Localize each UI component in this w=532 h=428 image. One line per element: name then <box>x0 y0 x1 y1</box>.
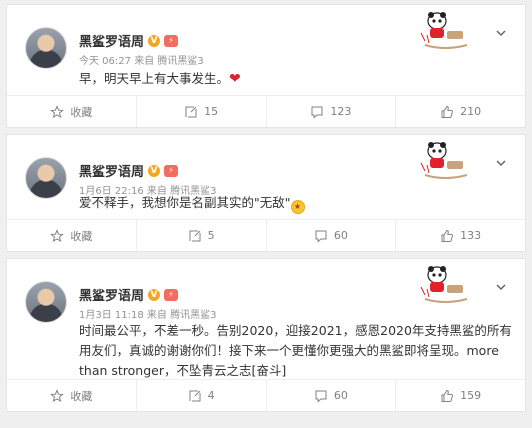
post-text-body: 早，明天早上有大事发生。 <box>79 71 230 86</box>
comment-button[interactable]: 123 <box>267 96 397 127</box>
favorite-button[interactable]: 收藏 <box>7 220 137 251</box>
repost-button[interactable]: 5 <box>137 220 267 251</box>
from-label: 来自 <box>134 56 155 67</box>
repost-button[interactable]: 4 <box>137 380 267 411</box>
heart-emoji: ❤ <box>229 71 241 87</box>
repost-button[interactable]: 15 <box>137 96 267 127</box>
post-text-body: 时间最公平，不差一秒。告别2020，迎接2021，感恩2020年支持黑鲨的所有用… <box>79 323 512 378</box>
post-time[interactable]: 1月3日 11:18 <box>79 310 144 321</box>
star-icon <box>50 388 65 402</box>
verified-v-icon: V <box>148 164 161 177</box>
weibo-feed: 黑鲨罗语周 V ⚡ 今天 06:27 来自 腾讯黑鲨3 早，明天早上有大事发生。… <box>0 0 532 428</box>
author-name[interactable]: 黑鲨罗语周 <box>79 31 144 50</box>
favorite-label: 收藏 <box>70 229 93 243</box>
repost-icon <box>185 106 197 117</box>
post-source[interactable]: 腾讯黑鲨3 <box>170 310 216 321</box>
starstruck-emoji-icon: ★ <box>290 200 305 214</box>
chevron-down-icon[interactable] <box>495 157 507 169</box>
repost-icon <box>189 230 201 241</box>
post-text: 爱不释手，我想你是名副其实的"无敌" ★ <box>79 193 517 214</box>
comment-button[interactable]: 60 <box>267 380 397 411</box>
repost-count: 5 <box>207 229 215 242</box>
comment-button[interactable]: 60 <box>267 220 397 251</box>
star-icon <box>50 228 65 242</box>
comment-count: 60 <box>333 229 348 242</box>
panda-rocking-horse-decoration <box>420 266 468 303</box>
post-time[interactable]: 今天 06:27 <box>79 56 131 67</box>
repost-count: 15 <box>204 105 219 118</box>
thumbs-up-icon <box>441 229 454 242</box>
comment-icon <box>315 390 327 403</box>
post-text: 时间最公平，不差一秒。告别2020，迎接2021，感恩2020年支持黑鲨的所有用… <box>79 321 517 381</box>
post-card: 黑鲨罗语周 V ⚡ 1月6日 22:16 来自 腾讯黑鲨3 爱不释手，我想你是名… <box>6 134 526 252</box>
panda-rocking-horse-decoration <box>420 12 468 49</box>
action-bar: 收藏 4 60 159 <box>7 379 525 411</box>
verified-v-icon: V <box>148 288 161 301</box>
favorite-button[interactable]: 收藏 <box>7 96 137 127</box>
comment-count: 123 <box>330 105 352 118</box>
author-row: 黑鲨罗语周 V ⚡ <box>79 285 179 304</box>
post-meta: 1月3日 11:18 来自 腾讯黑鲨3 <box>79 306 216 321</box>
action-bar: 收藏 5 60 133 <box>7 219 525 251</box>
chevron-down-icon[interactable] <box>495 27 507 39</box>
avatar[interactable] <box>25 27 67 69</box>
post-meta: 今天 06:27 来自 腾讯黑鲨3 <box>79 52 204 67</box>
thumbs-up-icon <box>441 389 454 402</box>
verified-v-icon: V <box>148 34 161 47</box>
action-bar: 收藏 15 123 210 <box>7 95 525 127</box>
chevron-down-icon[interactable] <box>495 281 507 293</box>
repost-count: 4 <box>207 389 215 402</box>
like-count: 159 <box>460 389 482 402</box>
post-source[interactable]: 腾讯黑鲨3 <box>157 56 203 67</box>
post-text: 早，明天早上有大事发生。❤ <box>79 69 517 89</box>
author-name[interactable]: 黑鲨罗语周 <box>79 285 144 304</box>
comment-count: 60 <box>333 389 348 402</box>
from-label: 来自 <box>146 310 167 321</box>
level-badge-icon: ⚡ <box>164 288 179 301</box>
level-badge-icon: ⚡ <box>164 34 179 47</box>
favorite-label: 收藏 <box>70 389 93 403</box>
level-badge-icon: ⚡ <box>164 164 179 177</box>
author-row: 黑鲨罗语周 V ⚡ <box>79 161 179 180</box>
like-count: 210 <box>460 105 482 118</box>
author-row: 黑鲨罗语周 V ⚡ <box>79 31 179 50</box>
star-icon <box>50 104 65 118</box>
comment-icon <box>315 230 327 243</box>
panda-rocking-horse-decoration <box>420 142 468 179</box>
author-name[interactable]: 黑鲨罗语周 <box>79 161 144 180</box>
like-count: 133 <box>460 229 482 242</box>
avatar[interactable] <box>25 281 67 323</box>
favorite-button[interactable]: 收藏 <box>7 380 137 411</box>
post-text-body: 爱不释手，我想你是名副其实的"无敌" <box>79 195 291 210</box>
comment-icon <box>311 106 323 119</box>
avatar[interactable] <box>25 157 67 199</box>
repost-icon <box>189 390 201 401</box>
like-button[interactable]: 133 <box>396 220 525 251</box>
post-card: 黑鲨罗语周 V ⚡ 1月3日 11:18 来自 腾讯黑鲨3 时间最公平，不差一秒… <box>6 258 526 412</box>
like-button[interactable]: 159 <box>396 380 525 411</box>
like-button[interactable]: 210 <box>396 96 525 127</box>
thumbs-up-icon <box>441 105 454 118</box>
favorite-label: 收藏 <box>70 105 93 119</box>
post-card: 黑鲨罗语周 V ⚡ 今天 06:27 来自 腾讯黑鲨3 早，明天早上有大事发生。… <box>6 4 526 128</box>
